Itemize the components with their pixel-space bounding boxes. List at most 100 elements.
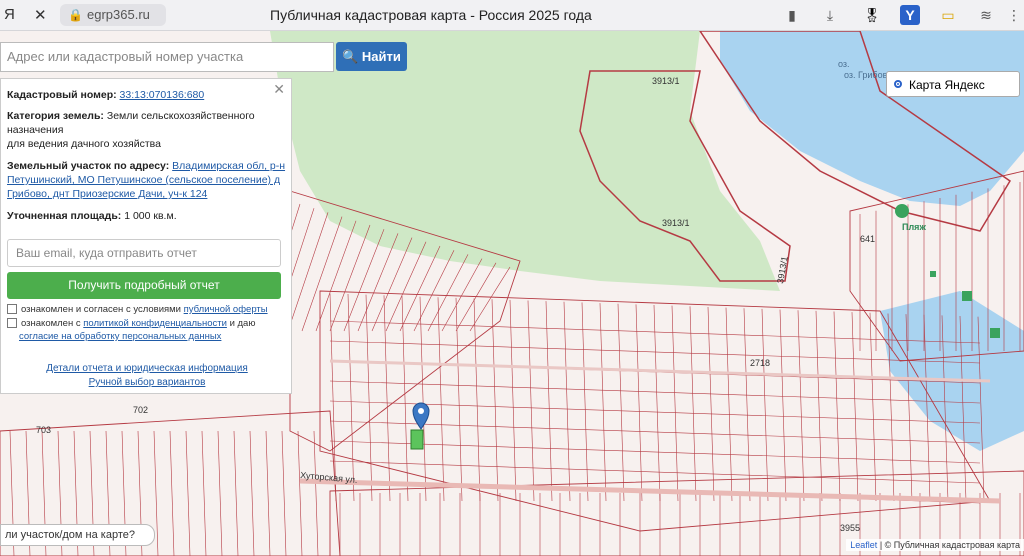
parcel-boundary (437, 297, 445, 502)
page-title: Публичная кадастровая карта - Россия 202… (270, 7, 592, 23)
search-input[interactable]: Адрес или кадастровый номер участка (0, 42, 334, 72)
parcel-boundary (313, 430, 319, 556)
cad-label: Кадастровый номер: (7, 89, 117, 101)
svg-text:оз.: оз. (838, 59, 850, 69)
privacy-checkbox[interactable] (7, 318, 17, 329)
parcel-boundary (383, 295, 391, 502)
leaflet-link[interactable]: Leaflet (850, 540, 877, 550)
address-label: Земельный участок по адресу: (7, 160, 170, 172)
parcel-boundary (545, 301, 553, 502)
parcel-boundary (201, 430, 207, 556)
address-link-2[interactable]: Петушинский, МО Петушинское (сельское по… (7, 174, 280, 186)
privacy-link[interactable]: политикой конфиденциальности (83, 318, 227, 329)
parcel-boundary (469, 266, 511, 332)
get-report-button[interactable]: Получить подробный отчет (7, 272, 281, 299)
selected-parcel (410, 429, 424, 450)
parcel-boundary (265, 430, 271, 556)
email-input[interactable]: Ваш email, куда отправить отчет (7, 239, 281, 267)
parcel-boundary (427, 254, 469, 332)
layer-label: Карта Яндекс (909, 78, 985, 92)
parcel-boundary (473, 298, 481, 502)
parcel-boundary (617, 303, 625, 502)
attribution-sep: | © (877, 540, 894, 550)
privacy-text: ознакомлен с (21, 318, 81, 329)
svg-text:3913/1: 3913/1 (775, 255, 790, 284)
layer-switcher[interactable]: Карта Яндекс (886, 71, 1020, 97)
parcel-boundary (281, 430, 287, 556)
parcel-boundary (401, 295, 409, 502)
parcel-boundary (169, 430, 175, 556)
details-link[interactable]: Детали отчета и юридическая информация (1, 363, 293, 374)
parcel-boundary (185, 430, 191, 556)
category-label: Категория земель: (7, 110, 104, 122)
svg-text:702: 702 (133, 405, 148, 415)
parcel-boundary (563, 301, 571, 502)
parcel-boundary (581, 302, 589, 502)
download-icon[interactable]: ⤓ (820, 5, 840, 25)
parcel-boundary (419, 296, 427, 502)
parcel-info-panel: ✕ Кадастровый номер: 33:13:070136:680 Ка… (0, 78, 292, 394)
cad-number-link[interactable]: 33:13:070136:680 (120, 89, 205, 101)
parcel-boundary (815, 310, 823, 502)
bookmark-icon[interactable]: ▮ (782, 5, 802, 25)
parcel-boundary (653, 305, 661, 502)
category-value-3: для ведения дачного хозяйства (7, 138, 161, 150)
parcel-boundary (671, 305, 679, 502)
parcel-boundary (217, 430, 223, 556)
parcel-boundary (329, 440, 981, 464)
battery-icon: ▭ (941, 7, 955, 23)
browser-toolbar: Я ✕ 🔒 egrp365.ru Публичная кадастровая к… (0, 0, 1024, 31)
parcel-boundary (249, 430, 255, 556)
parcel-boundary (761, 308, 769, 502)
parcel-boundary (851, 312, 859, 502)
svg-text:3913/1: 3913/1 (662, 218, 690, 228)
parcel-boundary (329, 460, 981, 484)
svg-text:703: 703 (36, 425, 51, 435)
parcel-boundary (297, 430, 303, 556)
area-value: 1 000 кв.м. (124, 210, 177, 222)
manual-select-link[interactable]: Ручной выбор вариантов (1, 377, 293, 388)
svg-text:641: 641 (860, 234, 875, 244)
pond-area (880, 291, 1024, 451)
parcel-boundary (329, 293, 337, 502)
find-button[interactable]: 🔍 Найти (336, 42, 407, 71)
lake-area (720, 31, 1024, 206)
parcel-boundary (365, 294, 373, 502)
offer-checkbox[interactable] (7, 304, 17, 315)
location-pin[interactable] (412, 402, 430, 430)
parcel-boundary (527, 300, 535, 502)
parcel-boundary (329, 420, 981, 444)
parcel-boundary (869, 312, 877, 502)
svg-text:3955: 3955 (840, 523, 860, 533)
beach-icon (895, 204, 909, 218)
svg-text:Пляж: Пляж (902, 222, 926, 232)
parcel-boundary (233, 430, 239, 556)
address-bar[interactable]: 🔒 egrp365.ru (60, 4, 166, 26)
offer-link[interactable]: публичной оферты (184, 304, 268, 315)
parcel-question-banner[interactable]: ли участок/дом на карте? (0, 524, 155, 546)
privacy-text-2: и даю (229, 318, 256, 329)
map-attribution: Leaflet | © Публичная кадастровая карта (846, 539, 1024, 551)
parcel-boundary (797, 310, 805, 502)
category-value-1: Земли сельскохозяйственного (106, 110, 255, 122)
yandex-icon[interactable]: Я (4, 6, 15, 23)
parcel-boundary (743, 308, 751, 502)
category-value-2: назначения (7, 124, 64, 136)
parcel-boundary (441, 258, 483, 332)
url-text: egrp365.ru (87, 7, 150, 22)
parcel-boundary (509, 299, 517, 502)
area-label: Уточненная площадь: (7, 210, 122, 222)
extension-icon[interactable]: 🎖 (862, 5, 882, 25)
offer-text: ознакомлен и согласен с условиями (21, 304, 181, 315)
consent-link[interactable]: согласие на обработку персональных данны… (19, 331, 221, 342)
find-button-label: Найти (361, 49, 401, 64)
parcel-boundary (707, 306, 715, 502)
parcel-boundary (599, 303, 607, 502)
menu-icon[interactable]: ⋮ (1004, 5, 1024, 25)
radio-icon[interactable] (894, 80, 902, 88)
address-link-3[interactable]: Грибово, днт Приозерские Дачи, уч-к 124 (7, 188, 207, 200)
address-link-1[interactable]: Владимирская обл, р-н (172, 160, 285, 172)
yandex-ext-icon[interactable]: Y (900, 5, 920, 25)
attribution-source: Публичная кадастровая карта (893, 540, 1020, 550)
close-icon[interactable]: ✕ (34, 6, 47, 24)
